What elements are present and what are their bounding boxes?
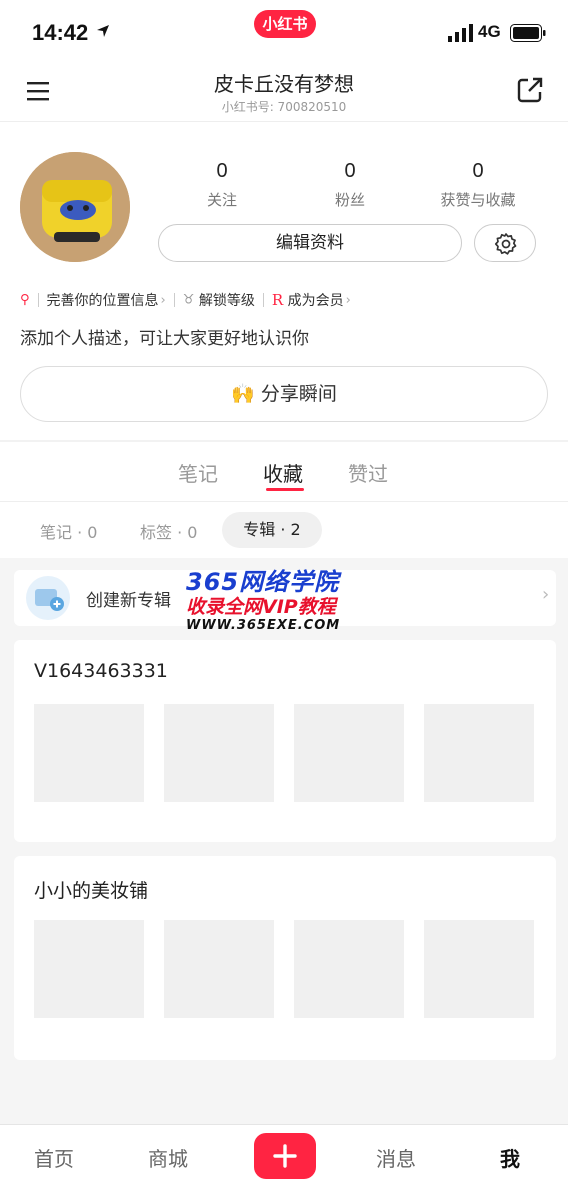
gear-icon xyxy=(494,233,517,255)
subtab-notes[interactable]: 笔记 · 0 xyxy=(40,519,97,543)
create-album-label: 创建新专辑 xyxy=(86,591,171,611)
signal-icon xyxy=(448,24,473,42)
album-title: 小小的美妆铺 xyxy=(34,880,149,902)
watermark-url: WWW.365EXE.COM xyxy=(186,618,341,633)
share-moment-label: 分享瞬间 xyxy=(260,383,337,405)
create-album-icon xyxy=(26,576,70,620)
info-links-row: ⚲ 完善你的位置信息 › ♉ 解锁等级 R 成为会员 › xyxy=(20,290,351,310)
watermark-subtitle: 收录全网VIP教程 xyxy=(186,596,336,618)
share-icon[interactable] xyxy=(516,76,544,104)
stat-following[interactable]: 0 关注 xyxy=(162,160,282,210)
nav-shop[interactable]: 商城 xyxy=(148,1143,188,1172)
network-type: 4G xyxy=(478,22,501,41)
raised-hands-icon: 🙌 xyxy=(231,383,255,405)
status-time: 14:42 xyxy=(32,20,89,45)
nav-home[interactable]: 首页 xyxy=(34,1143,74,1172)
app-badge: 小红书 xyxy=(254,10,316,38)
nav-me[interactable]: 我 xyxy=(500,1143,520,1172)
chevron-right-icon: › xyxy=(345,292,351,308)
profile-navbar: 皮卡丘没有梦想 小红书号: 700820510 xyxy=(0,60,568,122)
album-card[interactable]: 小小的美妆铺 xyxy=(14,856,556,1060)
followers-count: 0 xyxy=(344,160,356,182)
divider xyxy=(37,293,39,307)
likes-label: 获赞与收藏 xyxy=(440,191,516,209)
albums-list: 创建新专辑 › V1643463331 小小的美妆铺 xyxy=(0,558,568,1124)
album-thumbnail xyxy=(164,920,274,1018)
album-thumbnail xyxy=(294,920,404,1018)
followers-label: 粉丝 xyxy=(334,191,365,209)
unlock-level-link[interactable]: 解锁等级 xyxy=(199,293,255,309)
album-thumbnail xyxy=(34,704,144,802)
battery-icon xyxy=(510,24,546,42)
album-thumbnail xyxy=(294,704,404,802)
location-pin-icon: ⚲ xyxy=(20,292,30,308)
album-thumbnail xyxy=(424,704,534,802)
album-title: V1643463331 xyxy=(34,660,168,682)
tab-notes[interactable]: 笔记 xyxy=(178,458,218,487)
become-member-link[interactable]: 成为会员 xyxy=(288,293,344,309)
chevron-right-icon: › xyxy=(542,584,550,605)
album-thumbnail xyxy=(164,704,274,802)
profile-bio[interactable]: 添加个人描述，可让大家更好地认识你 xyxy=(20,324,309,349)
divider xyxy=(173,293,175,307)
share-moment-button[interactable]: 🙌 分享瞬间 xyxy=(20,366,548,422)
plus-icon xyxy=(273,1144,297,1168)
member-r-icon: R xyxy=(271,291,284,309)
content-tabs: 笔记 收藏 赞过 xyxy=(0,442,568,502)
profile-name: 皮卡丘没有梦想 xyxy=(214,72,354,96)
album-thumbnail xyxy=(34,920,144,1018)
bottom-nav: 首页 商城 消息 我 xyxy=(0,1124,568,1200)
tab-liked[interactable]: 赞过 xyxy=(348,458,388,487)
account-id: 小红书号: 700820510 xyxy=(221,100,347,114)
avatar-image xyxy=(20,152,130,262)
edit-profile-button[interactable]: 编辑资料 xyxy=(158,224,462,262)
location-arrow-icon xyxy=(97,25,109,37)
nav-messages[interactable]: 消息 xyxy=(376,1143,416,1172)
active-tab-indicator xyxy=(266,488,304,491)
post-button[interactable] xyxy=(254,1133,316,1179)
stat-followers[interactable]: 0 粉丝 xyxy=(290,160,410,210)
tab-collections[interactable]: 收藏 xyxy=(263,458,303,487)
subtab-albums[interactable]: 专辑 · 2 xyxy=(222,512,322,548)
album-thumbnail xyxy=(424,920,534,1018)
album-card[interactable]: V1643463331 xyxy=(14,640,556,842)
divider xyxy=(262,293,264,307)
stat-likes[interactable]: 0 获赞与收藏 xyxy=(418,160,538,210)
status-bar: 14:42 小红书 4G xyxy=(0,0,568,60)
likes-count: 0 xyxy=(472,160,484,182)
complete-location-link[interactable]: 完善你的位置信息 xyxy=(47,293,159,309)
subtab-tags[interactable]: 标签 · 0 xyxy=(140,519,197,543)
collection-subtabs: 笔记 · 0 标签 · 0 专辑 · 2 xyxy=(0,502,568,558)
medal-icon: ♉ xyxy=(182,292,195,308)
chevron-right-icon: › xyxy=(160,292,166,308)
settings-button[interactable] xyxy=(474,224,536,262)
following-count: 0 xyxy=(216,160,228,182)
avatar[interactable] xyxy=(20,152,130,262)
following-label: 关注 xyxy=(206,191,237,209)
